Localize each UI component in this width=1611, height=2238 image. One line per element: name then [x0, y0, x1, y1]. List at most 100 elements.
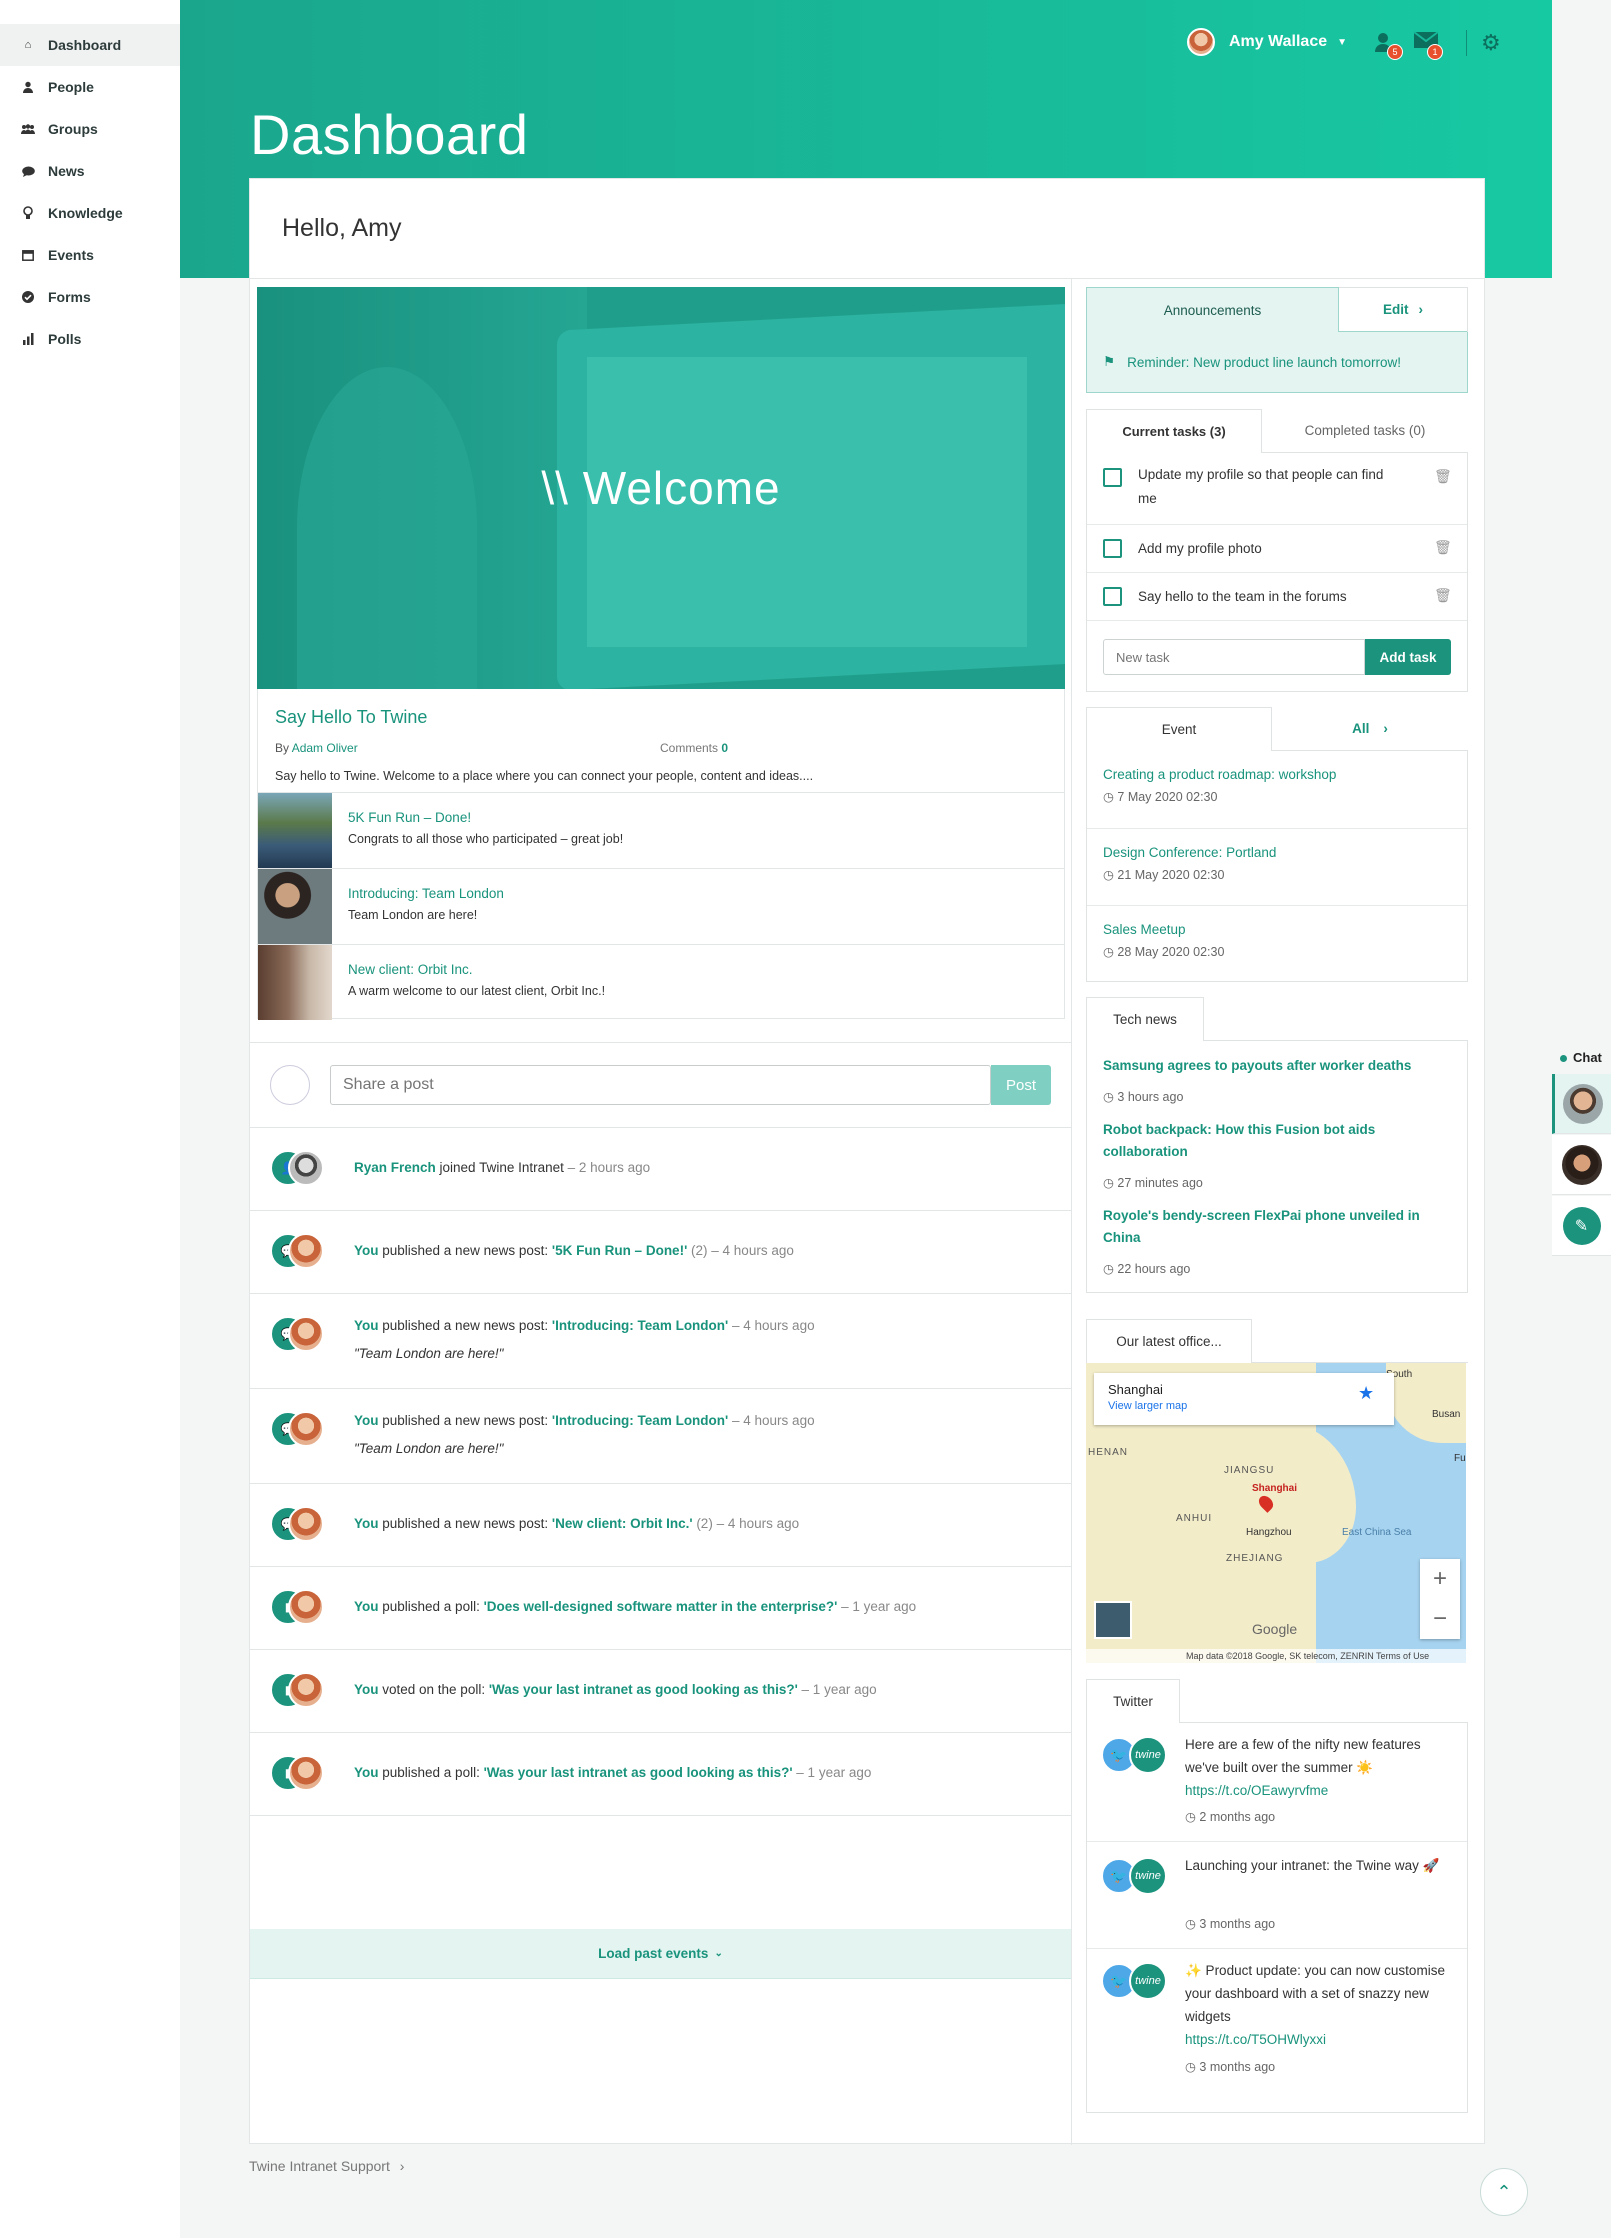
sidebar-item-polls[interactable]: Polls — [0, 318, 180, 360]
load-past-events-button[interactable]: Load past events ⌄ — [250, 1929, 1071, 1979]
news-list-item[interactable]: New client: Orbit Inc. A warm welcome to… — [258, 944, 1064, 1020]
activity-actor[interactable]: You — [354, 1682, 379, 1697]
news-item-title[interactable]: 5K Fun Run – Done! — [348, 810, 471, 825]
trash-icon[interactable]: 🗑 — [1434, 587, 1452, 604]
event-title[interactable]: Creating a product roadmap: workshop — [1103, 767, 1336, 782]
tab-event[interactable]: Event — [1086, 707, 1272, 751]
zoom-out-button[interactable]: − — [1420, 1599, 1460, 1639]
task-checkbox[interactable] — [1103, 539, 1122, 558]
announcements-edit-link[interactable]: Edit › — [1339, 288, 1467, 332]
hero-banner[interactable]: \\ Welcome — [257, 287, 1065, 689]
avatar[interactable] — [288, 1411, 324, 1447]
trash-icon[interactable]: 🗑 — [1434, 539, 1452, 556]
activity-actor[interactable]: You — [354, 1516, 379, 1531]
activity-actor[interactable]: You — [354, 1318, 379, 1333]
comments-count[interactable]: Comments 0 — [660, 741, 728, 755]
scroll-to-top-button[interactable]: ⌃ — [1480, 2168, 1528, 2216]
activity-target[interactable]: 'Introducing: Team London' — [552, 1318, 728, 1333]
tweet-link[interactable]: https://t.co/OEawyrvfme — [1185, 1783, 1328, 1798]
chat-contact[interactable] — [1552, 1135, 1611, 1195]
chat-contact[interactable] — [1552, 1074, 1611, 1134]
activity-actor[interactable]: You — [354, 1243, 379, 1258]
event-item[interactable]: Sales Meetup ◷ 28 May 2020 02:30 — [1087, 905, 1467, 982]
satellite-toggle[interactable] — [1094, 1601, 1132, 1639]
star-icon[interactable]: ★ — [1358, 1383, 1374, 1404]
activity-actor[interactable]: Ryan French — [354, 1160, 436, 1175]
gear-icon[interactable]: ⚙ — [1466, 30, 1501, 56]
tab-announcements[interactable]: Announcements — [1086, 287, 1339, 333]
comments-number: 0 — [721, 741, 729, 755]
event-title[interactable]: Design Conference: Portland — [1103, 845, 1276, 860]
tab-tech-news[interactable]: Tech news — [1086, 997, 1204, 1041]
activity-actor[interactable]: You — [354, 1765, 379, 1780]
tech-news-title[interactable]: Robot backpack: How this Fusion bot aids… — [1103, 1119, 1453, 1163]
sidebar-item-groups[interactable]: Groups — [0, 108, 180, 150]
task-checkbox[interactable] — [1103, 468, 1122, 487]
event-date: ◷ 28 May 2020 02:30 — [1103, 944, 1224, 959]
add-task-button[interactable]: Add task — [1365, 639, 1451, 675]
zoom-in-button[interactable]: + — [1420, 1559, 1460, 1599]
news-item-title[interactable]: Introducing: Team London — [348, 886, 504, 901]
user-menu[interactable]: Amy Wallace ▼ — [1187, 28, 1347, 56]
tech-news-title[interactable]: Samsung agrees to payouts after worker d… — [1103, 1055, 1453, 1077]
trash-icon[interactable]: 🗑 — [1434, 468, 1452, 485]
activity-target[interactable]: 'Introducing: Team London' — [552, 1413, 728, 1428]
share-post-input[interactable] — [330, 1065, 991, 1105]
map-label: Hangzhou — [1246, 1527, 1292, 1538]
post-button[interactable]: Post — [991, 1065, 1051, 1105]
activity-text: You published a poll: 'Does well-designe… — [354, 1599, 916, 1614]
event-title[interactable]: Sales Meetup — [1103, 922, 1186, 937]
calendar-icon — [21, 248, 35, 262]
activity-item: 💬 You published a new news post: 'New cli… — [250, 1484, 1071, 1567]
clock-icon: ◷ — [1103, 868, 1118, 882]
avatar[interactable] — [288, 1589, 324, 1625]
messages-button[interactable]: 1 — [1413, 30, 1443, 60]
sidebar-item-news[interactable]: News — [0, 150, 180, 192]
activity-target[interactable]: '5K Fun Run – Done!' — [552, 1243, 687, 1258]
activity-target[interactable]: 'Does well-designed software matter in t… — [484, 1599, 838, 1614]
activity-target[interactable]: 'Was your last intranet as good looking … — [484, 1765, 793, 1780]
support-link[interactable]: Twine Intranet Support › — [249, 2158, 404, 2174]
tech-news-title[interactable]: Royole's bendy-screen FlexPai phone unve… — [1103, 1205, 1453, 1249]
tweet-item[interactable]: 🐦 twine ✨ Product update: you can now cu… — [1087, 1948, 1467, 2112]
sidebar-item-events[interactable]: Events — [0, 234, 180, 276]
avatar[interactable] — [288, 1233, 324, 1269]
sidebar-item-forms[interactable]: Forms — [0, 276, 180, 318]
event-item[interactable]: Design Conference: Portland ◷ 21 May 202… — [1087, 828, 1467, 905]
avatar[interactable] — [288, 1755, 324, 1791]
avatar[interactable] — [288, 1672, 324, 1708]
office-map[interactable]: HENAN JIANGSU ANHUI Shanghai Hangzhou ZH… — [1086, 1363, 1466, 1663]
view-larger-map-link[interactable]: View larger map — [1108, 1400, 1187, 1412]
sidebar-item-people[interactable]: People — [0, 66, 180, 108]
new-task-input[interactable] — [1103, 639, 1365, 675]
events-all-link[interactable]: All › — [1272, 707, 1468, 751]
avatar[interactable] — [288, 1316, 324, 1352]
tab-completed-tasks[interactable]: Completed tasks (0) — [1262, 409, 1468, 453]
activity-time: – 1 year ago — [797, 1682, 877, 1697]
news-list-item[interactable]: 5K Fun Run – Done! Congrats to all those… — [258, 792, 1064, 868]
avatar[interactable] — [288, 1506, 324, 1542]
tech-news-time: ◷ 3 hours ago — [1103, 1089, 1183, 1104]
chat-label[interactable]: Chat — [1560, 1050, 1602, 1065]
featured-news-title[interactable]: Say Hello To Twine — [275, 707, 427, 728]
tweet-item[interactable]: 🐦 twine Here are a few of the nifty new … — [1087, 1723, 1467, 1841]
new-chat-button[interactable]: ✎ — [1552, 1196, 1611, 1256]
avatar[interactable] — [288, 1150, 324, 1186]
activity-target[interactable]: 'Was your last intranet as good looking … — [489, 1682, 798, 1697]
notifications-button[interactable]: 5 — [1373, 30, 1403, 60]
tab-latest-office[interactable]: Our latest office... — [1086, 1319, 1252, 1363]
news-item-title[interactable]: New client: Orbit Inc. — [348, 962, 473, 977]
news-list-item[interactable]: Introducing: Team London Team London are… — [258, 868, 1064, 944]
activity-actor[interactable]: You — [354, 1599, 379, 1614]
activity-target[interactable]: 'New client: Orbit Inc.' — [552, 1516, 693, 1531]
author-link[interactable]: Adam Oliver — [292, 741, 358, 755]
tab-twitter[interactable]: Twitter — [1086, 1679, 1180, 1723]
event-item[interactable]: Creating a product roadmap: workshop ◷ 7… — [1087, 751, 1467, 828]
sidebar-item-dashboard[interactable]: ⌂ Dashboard — [0, 24, 180, 66]
sidebar-item-knowledge[interactable]: Knowledge — [0, 192, 180, 234]
activity-actor[interactable]: You — [354, 1413, 379, 1428]
task-checkbox[interactable] — [1103, 587, 1122, 606]
tweet-item[interactable]: 🐦 twine Launching your intranet: the Twi… — [1087, 1841, 1467, 1948]
tweet-link[interactable]: https://t.co/T5OHWlyxxi — [1185, 2032, 1326, 2047]
tab-current-tasks[interactable]: Current tasks (3) — [1086, 409, 1262, 453]
